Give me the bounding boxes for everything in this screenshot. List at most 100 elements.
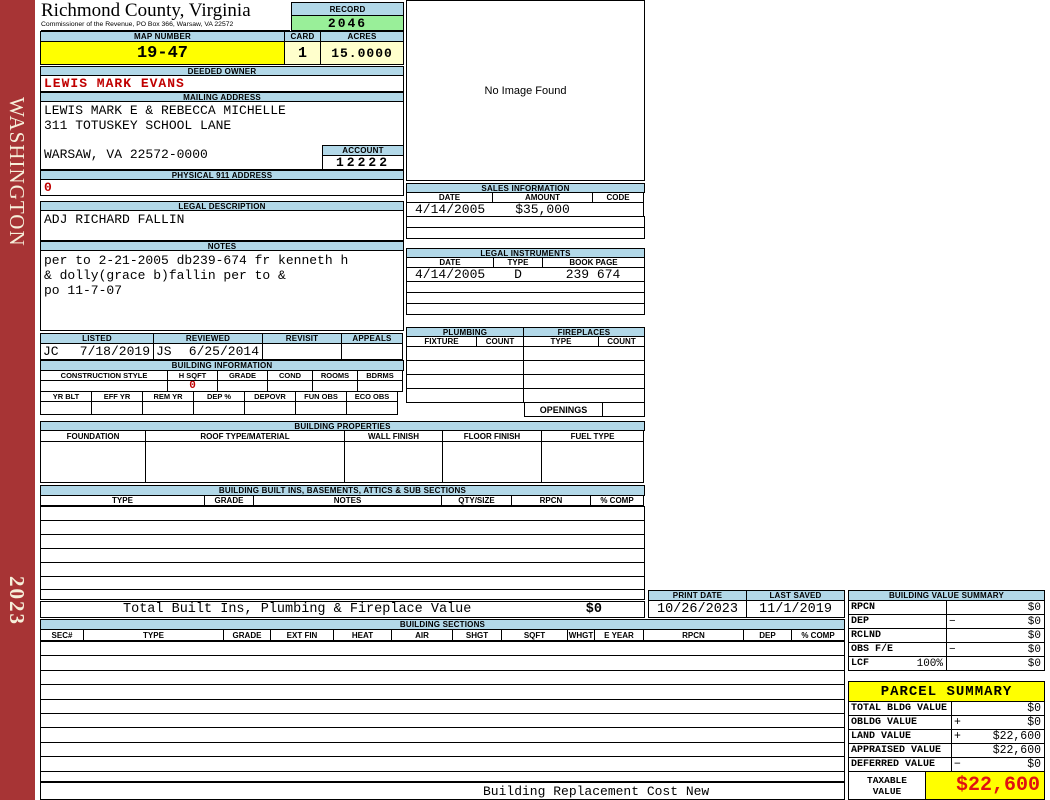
built-ins-row bbox=[40, 520, 645, 535]
bvs-label-text: LCF bbox=[851, 658, 870, 669]
notes-line-2: & dolly(grace b)fallin per to & bbox=[44, 268, 286, 283]
sales-row-amount: $35,000 bbox=[492, 202, 593, 217]
fireplaces-row bbox=[523, 360, 645, 375]
openings-value bbox=[602, 402, 645, 417]
fireplaces-row bbox=[523, 346, 645, 361]
total-built-ins-value: $0 bbox=[585, 602, 602, 617]
mailing-line-1: LEWIS MARK E & REBECCA MICHELLE bbox=[44, 103, 286, 118]
yrblt-value bbox=[40, 401, 92, 415]
bs-extfin-header: EXT FIN bbox=[270, 629, 334, 641]
sales-empty-row bbox=[406, 227, 645, 239]
parcel-summary-block: PARCEL SUMMARY TOTAL BLDG VALUE $0 OBLDG… bbox=[848, 681, 1045, 800]
bvs-label: OBS F/E bbox=[848, 642, 947, 657]
bs-sec-header: SEC# bbox=[40, 629, 84, 641]
ps-op: + bbox=[954, 716, 961, 729]
taxable-value-amount: $22,600 bbox=[925, 771, 1045, 800]
openings-label: OPENINGS bbox=[524, 402, 603, 417]
reviewed-date: 6/25/2014 bbox=[188, 344, 259, 359]
built-ins-row bbox=[40, 548, 645, 563]
ps-value: $22,600 bbox=[951, 743, 1045, 758]
legal-instruments-block: LEGAL INSTRUMENTS DATE TYPE BOOK PAGE 4/… bbox=[406, 248, 645, 315]
instrument-row-type: D bbox=[493, 267, 543, 282]
instrument-row-bookpage: 239 674 bbox=[542, 267, 645, 282]
bvs-label: DEP bbox=[848, 614, 947, 629]
building-sections-row bbox=[40, 669, 845, 686]
bvs-amount: $0 bbox=[1027, 629, 1041, 642]
building-sections-row bbox=[40, 641, 845, 657]
reviewed-by: JS bbox=[156, 344, 172, 359]
sales-information-block: SALES INFORMATION DATE AMOUNT CODE 4/14/… bbox=[406, 183, 645, 239]
ps-amount: $22,600 bbox=[992, 730, 1041, 743]
building-sections-row bbox=[40, 741, 845, 758]
map-number-value: 19-47 bbox=[40, 41, 285, 65]
built-ins-row bbox=[40, 506, 645, 521]
bi-rpcn-header: RPCN bbox=[511, 495, 591, 506]
deeded-owner-value: LEWIS MARK EVANS bbox=[40, 75, 404, 92]
built-ins-row bbox=[40, 562, 645, 577]
bi-type-header: TYPE bbox=[40, 495, 205, 506]
reviewed-value: JS 6/25/2014 bbox=[153, 343, 263, 360]
depovr-value bbox=[244, 401, 296, 415]
bs-type-header: TYPE bbox=[83, 629, 224, 641]
building-properties-block: BUILDING PROPERTIES FOUNDATION ROOF TYPE… bbox=[40, 421, 645, 483]
building-sections-row bbox=[40, 756, 845, 772]
ps-value: + $22,600 bbox=[951, 729, 1045, 744]
bvs-label-text: OBS F/E bbox=[851, 644, 894, 655]
notes-box: per to 2-21-2005 db239-674 fr kenneth h … bbox=[40, 250, 404, 331]
sales-row-date: 4/14/2005 bbox=[406, 202, 493, 217]
bvs-amount: $0 bbox=[1027, 657, 1041, 670]
record-label: RECORD bbox=[291, 2, 404, 16]
legal-description-block: LEGAL DESCRIPTION ADJ RICHARD FALLIN bbox=[40, 201, 404, 241]
ps-amount: $0 bbox=[1027, 702, 1041, 715]
bs-rpcn-header: RPCN bbox=[643, 629, 744, 641]
ps-amount: $22,600 bbox=[992, 744, 1041, 757]
bvs-label: RCLND bbox=[848, 628, 947, 643]
plumbing-row bbox=[406, 360, 524, 375]
bvs-label: LCF 100% bbox=[848, 656, 947, 671]
bs-air-header: AIR bbox=[391, 629, 453, 641]
bs-shgt-header: SHGT bbox=[452, 629, 502, 641]
wall-finish-value bbox=[344, 441, 443, 483]
bi-grade-header: GRADE bbox=[204, 495, 254, 506]
print-info-block: PRINT DATE LAST SAVED 10/26/2023 11/1/20… bbox=[648, 590, 845, 618]
ps-label: LAND VALUE bbox=[848, 729, 952, 744]
ps-label: DEFERRED VALUE bbox=[848, 757, 952, 772]
sidebar-state-label: WASHINGTON bbox=[5, 97, 29, 247]
plumbing-row bbox=[406, 346, 524, 361]
bi-notes-header: NOTES bbox=[253, 495, 442, 506]
bvs-value: − $0 bbox=[946, 614, 1045, 629]
listed-date: 7/18/2019 bbox=[79, 344, 150, 359]
notes-block: NOTES per to 2-21-2005 db239-674 fr kenn… bbox=[40, 241, 404, 331]
bvs-value: $0 bbox=[946, 656, 1045, 671]
print-date-value: 10/26/2023 bbox=[648, 600, 747, 618]
record-value: 2046 bbox=[291, 15, 404, 31]
remyr-value bbox=[142, 401, 194, 415]
ps-value: − $0 bbox=[951, 757, 1045, 772]
replacement-cost-row: Building Replacement Cost New bbox=[40, 782, 845, 800]
ps-label: APPRAISED VALUE bbox=[848, 743, 952, 758]
account-value: 12222 bbox=[322, 155, 404, 170]
ps-value: + $0 bbox=[951, 715, 1045, 730]
bvs-value: $0 bbox=[946, 628, 1045, 643]
taxable-value-label: TAXABLE VALUE bbox=[848, 771, 926, 800]
ps-value: $0 bbox=[951, 701, 1045, 716]
bs-sqft-header: SQFT bbox=[501, 629, 568, 641]
review-block: LISTED REVIEWED REVISIT APPEALS JC 7/18/… bbox=[40, 333, 404, 360]
replacement-cost-label: Building Replacement Cost New bbox=[483, 783, 710, 799]
bi-comp-header: % COMP bbox=[590, 495, 644, 506]
floor-finish-value bbox=[442, 441, 542, 483]
effyr-value bbox=[91, 401, 143, 415]
last-saved-value: 11/1/2019 bbox=[746, 600, 845, 618]
bs-comp-header: % COMP bbox=[791, 629, 845, 641]
instruments-empty-row bbox=[406, 303, 645, 315]
building-value-summary-block: BUILDING VALUE SUMMARY RPCN $0 DEP − $0 R… bbox=[848, 590, 1045, 671]
built-ins-row bbox=[40, 534, 645, 549]
fuel-type-value bbox=[541, 441, 644, 483]
building-sections-row bbox=[40, 698, 845, 714]
physical-address-block: PHYSICAL 911 ADDRESS 0 bbox=[40, 170, 404, 196]
physical-address-value: 0 bbox=[40, 179, 404, 196]
building-sections-block: BUILDING SECTIONS SEC# TYPE GRADE EXT FI… bbox=[40, 619, 845, 772]
total-built-ins-label: Total Built Ins, Plumbing & Fireplace Va… bbox=[123, 602, 472, 617]
bvs-amount: $0 bbox=[1027, 615, 1041, 628]
plumbing-row bbox=[406, 388, 524, 403]
